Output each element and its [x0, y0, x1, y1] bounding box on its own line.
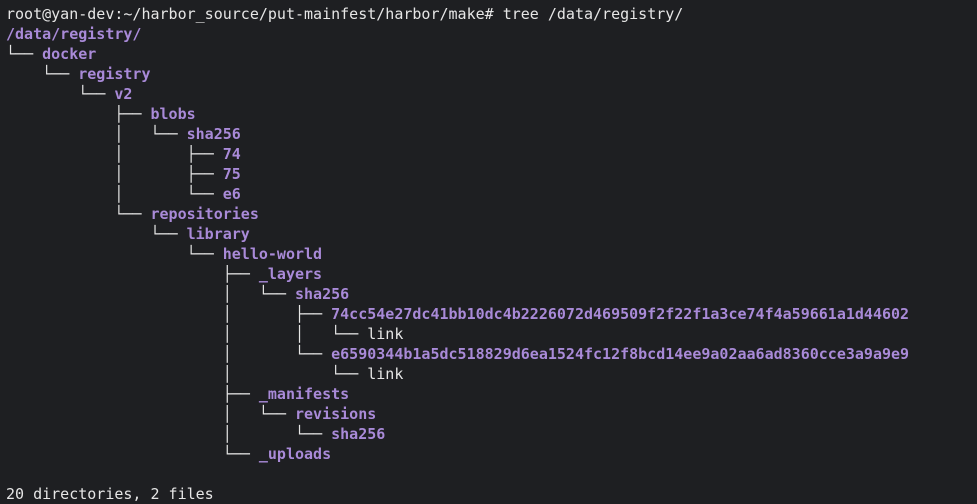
directory-name: 74cc54e27dc41bb10dc4b2226072d469509f2f22…	[331, 305, 910, 323]
directory-name: e6590344b1a5dc518829d6ea1524fc12f8bcd14e…	[331, 345, 910, 363]
prompt-path: ~/harbor_source/put-mainfest/harbor/make	[123, 5, 485, 23]
directory-name: revisions	[294, 405, 377, 423]
directory-name: e6	[222, 185, 241, 203]
directory-name: /data/registry/	[6, 25, 142, 43]
tree-branch-prefix: └──	[6, 65, 79, 83]
tree-branch-prefix: │ └──	[6, 425, 332, 443]
directory-name: registry	[78, 65, 151, 83]
command-prompt-line: root@yan-dev:~/harbor_source/put-mainfes…	[6, 4, 977, 24]
directory-name: 74	[222, 145, 241, 163]
tree-branch-prefix: └──	[6, 205, 151, 223]
command-text: tree /data/registry/	[502, 5, 684, 23]
tree-branch-prefix: │ ├──	[6, 305, 332, 323]
tree-branch-prefix: ├──	[6, 265, 259, 283]
tree-entry: │ └── sha256	[6, 124, 977, 144]
tree-entry: └── docker	[6, 44, 977, 64]
tree-branch-prefix: └──	[6, 445, 259, 463]
directory-name: sha256	[331, 425, 386, 443]
directory-name: v2	[114, 85, 133, 103]
tree-branch-prefix: └──	[6, 45, 43, 63]
tree-entry: └── hello-world	[6, 244, 977, 264]
tree-branch-prefix: ├──	[6, 105, 151, 123]
directory-name: sha256	[186, 125, 241, 143]
tree-branch-prefix: │ └──	[6, 405, 295, 423]
directory-name: repositories	[150, 205, 259, 223]
tree-entry: │ │ └── link	[6, 324, 977, 344]
tree-branch-prefix: │ │ └──	[6, 325, 368, 343]
tree-entry: ├── _manifests	[6, 384, 977, 404]
directory-name: blobs	[150, 105, 196, 123]
tree-entry: │ └── e6	[6, 184, 977, 204]
file-name: link	[367, 325, 404, 343]
directory-name: _manifests	[258, 385, 350, 403]
tree-branch-prefix: │ └──	[6, 345, 332, 363]
tree-entry: └── _uploads	[6, 444, 977, 464]
tree-entry: ├── _layers	[6, 264, 977, 284]
tree-entry: │ ├── 75	[6, 164, 977, 184]
tree-entry: │ └── revisions	[6, 404, 977, 424]
tree-entry: └── repositories	[6, 204, 977, 224]
directory-name: sha256	[294, 285, 350, 303]
tree-entry: │ ├── 74	[6, 144, 977, 164]
tree-entry: │ └── sha256	[6, 424, 977, 444]
tree-entry: └── library	[6, 224, 977, 244]
prompt-symbol: #	[484, 5, 494, 23]
tree-branch-prefix: │ └──	[6, 125, 187, 143]
tree-entry: │ └── e6590344b1a5dc518829d6ea1524fc12f8…	[6, 344, 977, 364]
tree-entry: ├── blobs	[6, 104, 977, 124]
tree-branch-prefix: ├──	[6, 385, 259, 403]
tree-entry: /data/registry/	[6, 24, 977, 44]
terminal-window[interactable]: root@yan-dev:~/harbor_source/put-mainfes…	[0, 0, 977, 503]
tree-entry: └── v2	[6, 84, 977, 104]
tree-entry: │ └── link	[6, 364, 977, 384]
prompt-user-host: root@yan-dev	[6, 5, 115, 23]
directory-name: _uploads	[258, 445, 332, 463]
tree-summary: 20 directories, 2 files	[6, 485, 214, 503]
tree-output: /data/registry/└── docker └── registry └…	[6, 24, 977, 464]
tree-branch-prefix: │ └──	[6, 365, 368, 383]
tree-branch-prefix: │ ├──	[6, 145, 223, 163]
tree-entry: └── registry	[6, 64, 977, 84]
tree-entry: │ └── sha256	[6, 284, 977, 304]
tree-entry: │ ├── 74cc54e27dc41bb10dc4b2226072d46950…	[6, 304, 977, 324]
directory-name: docker	[42, 45, 97, 63]
directory-name: _layers	[258, 265, 323, 283]
tree-branch-prefix: └──	[6, 245, 223, 263]
tree-branch-prefix: └──	[6, 225, 187, 243]
directory-name: 75	[222, 165, 241, 183]
tree-branch-prefix: └──	[6, 85, 115, 103]
tree-branch-prefix: │ └──	[6, 285, 295, 303]
tree-branch-prefix: │ ├──	[6, 165, 223, 183]
directory-name: hello-world	[222, 245, 323, 263]
file-name: link	[367, 365, 404, 383]
directory-name: library	[186, 225, 250, 243]
tree-branch-prefix: │ └──	[6, 185, 223, 203]
